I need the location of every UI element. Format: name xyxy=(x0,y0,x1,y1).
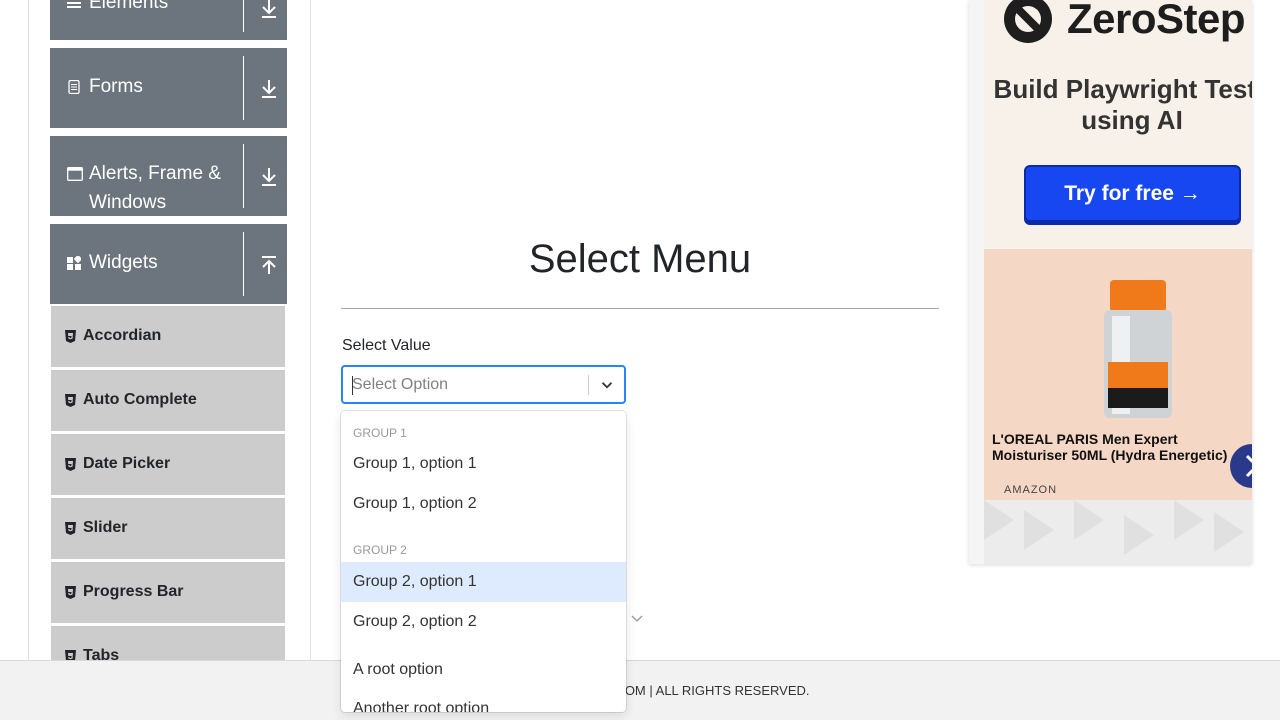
product-source: AMAZON xyxy=(1004,484,1058,496)
option-group-heading: Group 2 xyxy=(353,543,407,557)
document-icon xyxy=(68,80,80,94)
html5-icon xyxy=(65,458,76,471)
sidebar-group-alerts-frame-windows[interactable]: Alerts, Frame & Windows xyxy=(50,136,287,216)
upload-arrow-icon xyxy=(262,256,276,274)
sidebar-group-label: Alerts, Frame & Windows xyxy=(89,163,221,213)
chevron-down-icon xyxy=(631,615,643,622)
sidebar-group-elements[interactable]: Elements xyxy=(50,0,287,40)
select-option[interactable]: Group 1, option 1 xyxy=(341,444,626,484)
sidebar-left-border xyxy=(28,0,29,660)
chevron-down-icon[interactable] xyxy=(598,376,616,394)
sidebar-item-label: Progress Bar xyxy=(83,583,184,600)
zerostep-ad[interactable]: ZeroStep Build Playwright Tests using AI… xyxy=(984,0,1252,248)
select-menu-list: Group 1 Group 1, option 1 Group 1, optio… xyxy=(341,411,626,712)
sidebar-right-border xyxy=(310,0,311,660)
download-arrow-icon xyxy=(262,80,276,98)
zerostep-tagline: Build Playwright Tests using AI xyxy=(993,74,1252,135)
download-arrow-icon xyxy=(262,0,276,18)
sidebar-item-label: Slider xyxy=(83,519,128,536)
sidebar-group-forms[interactable]: Forms xyxy=(50,48,287,128)
sidebar-item-date-picker[interactable]: Date Picker xyxy=(51,434,285,495)
advertisement[interactable]: ZeroStep Build Playwright Tests using AI… xyxy=(969,0,1252,564)
sidebar-group-label: Forms xyxy=(89,76,143,97)
menu-lines-icon xyxy=(67,2,81,8)
product-title: L'OREAL PARIS Men Expert Moisturiser 50M… xyxy=(992,431,1228,463)
group-divider xyxy=(243,56,244,120)
ad-background-pattern xyxy=(984,500,1252,564)
sidebar-item-label: Date Picker xyxy=(83,455,171,472)
page-title: Select Menu xyxy=(528,237,752,281)
text-caret xyxy=(352,376,353,395)
select-value-dropdown[interactable]: Select Option xyxy=(341,365,626,404)
widgets-icon xyxy=(67,256,81,270)
select-option[interactable]: A root option xyxy=(341,650,626,690)
product-image xyxy=(1104,280,1172,418)
select-option[interactable]: Another root option xyxy=(341,689,626,712)
try-for-free-button[interactable]: Try for free → xyxy=(1024,165,1241,222)
chevron-right-icon xyxy=(1245,454,1252,478)
html5-icon xyxy=(65,330,76,343)
select-placeholder: Select Option xyxy=(352,376,449,393)
sidebar-item-accordian[interactable]: Accordian xyxy=(51,306,285,367)
option-group-heading: Group 1 xyxy=(353,426,407,440)
sidebar-item-label: Auto Complete xyxy=(83,391,197,408)
download-arrow-icon xyxy=(262,168,276,186)
sidebar-group-label: Elements xyxy=(89,0,169,13)
indicator-separator xyxy=(588,375,589,395)
footer-copyright: © 2013-2020 TOOLSQA.COM | ALL RIGHTS RES… xyxy=(470,683,810,698)
select-option[interactable]: Group 1, option 2 xyxy=(341,484,626,524)
sidebar-item-slider[interactable]: Slider xyxy=(51,498,285,559)
product-ad[interactable]: L'OREAL PARIS Men Expert Moisturiser 50M… xyxy=(984,249,1252,500)
select-option[interactable]: Group 2, option 2 xyxy=(341,602,626,642)
html5-icon xyxy=(65,394,76,407)
group-divider xyxy=(243,144,244,208)
zerostep-logo-icon xyxy=(1004,0,1052,43)
zerostep-brand: ZeroStep xyxy=(1067,0,1246,42)
group-divider xyxy=(243,232,244,296)
select-option-focused[interactable]: Group 2, option 1 xyxy=(341,562,626,602)
sidebar-item-label: Accordian xyxy=(83,327,162,344)
html5-icon xyxy=(65,522,76,535)
sidebar-item-auto-complete[interactable]: Auto Complete xyxy=(51,370,285,431)
select-value-label: Select Value xyxy=(342,337,431,354)
group-divider xyxy=(243,0,244,32)
sidebar-group-label: Widgets xyxy=(89,252,158,273)
html5-icon xyxy=(65,586,76,599)
title-divider xyxy=(341,308,939,309)
next-arrow-button[interactable] xyxy=(1230,444,1252,488)
window-icon xyxy=(67,167,83,181)
sidebar-group-widgets[interactable]: Widgets xyxy=(50,224,287,304)
sidebar-item-progress-bar[interactable]: Progress Bar xyxy=(51,562,285,623)
